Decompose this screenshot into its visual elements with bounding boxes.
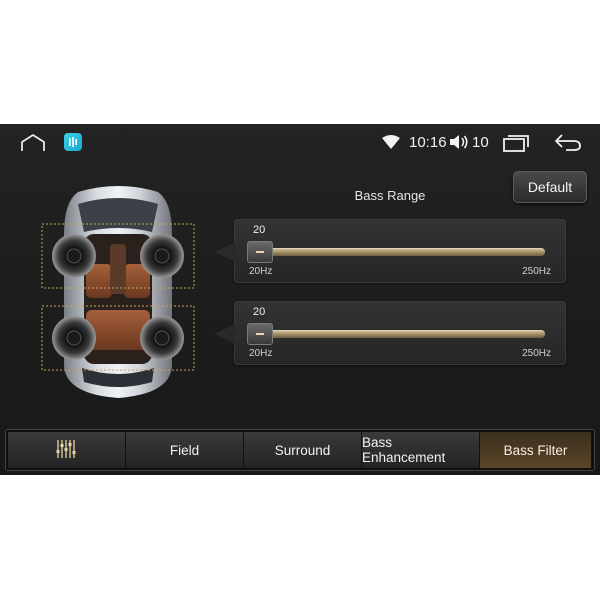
tab-bass-filter[interactable]: Bass Filter — [480, 432, 592, 468]
bass-range-label: Bass Range — [354, 188, 426, 203]
tab-field[interactable]: Field — [126, 432, 244, 468]
slider-min-label: 20Hz — [249, 348, 273, 359]
panel-pointer — [215, 324, 235, 344]
audio-tab-bar: Field Surround Bass Enhancement Bass Fil… — [5, 429, 595, 471]
car-speaker-diagram — [38, 184, 198, 404]
tab-equalizer[interactable] — [8, 432, 126, 468]
slider-value: 20 — [253, 306, 266, 318]
slider-value: 20 — [253, 224, 266, 236]
back-icon[interactable] — [554, 132, 582, 152]
volume-level: 10 — [472, 134, 489, 151]
slider-track[interactable] — [255, 248, 545, 256]
slider-max-label: 250Hz — [522, 266, 551, 277]
equalizer-icon — [55, 438, 79, 463]
app-shortcut-icon[interactable] — [64, 133, 82, 151]
slider-thumb[interactable] — [247, 241, 273, 263]
volume-icon[interactable] — [449, 133, 469, 151]
bass-slider-panel-front: 20 20Hz 250Hz — [215, 219, 566, 283]
home-icon[interactable] — [20, 133, 46, 153]
bass-slider-panel-rear: 20 20Hz 250Hz — [215, 301, 566, 365]
slider-thumb[interactable] — [247, 323, 273, 345]
tab-surround[interactable]: Surround — [244, 432, 362, 468]
slider-max-label: 250Hz — [522, 348, 551, 359]
slider-track[interactable] — [255, 330, 545, 338]
panel-pointer — [215, 242, 235, 262]
recent-apps-icon[interactable] — [502, 134, 530, 152]
audio-settings-screen: 10:16 10 Default Bass Range 20 20Hz 250H… — [0, 124, 600, 475]
tab-bass-enhancement[interactable]: Bass Enhancement — [362, 432, 480, 468]
clock: 10:16 — [409, 134, 447, 151]
default-button[interactable]: Default — [513, 171, 587, 203]
slider-min-label: 20Hz — [249, 266, 273, 277]
status-bar: 10:16 10 — [0, 124, 600, 162]
wifi-icon — [381, 134, 401, 150]
